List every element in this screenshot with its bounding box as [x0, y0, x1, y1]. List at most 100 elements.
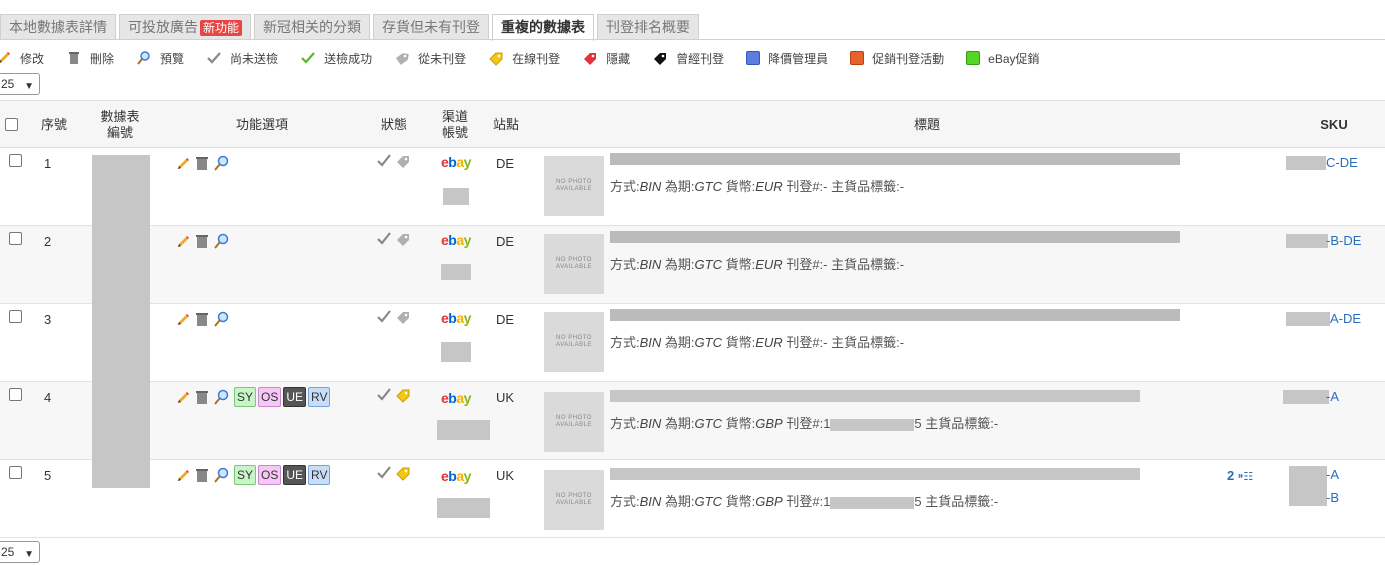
row-checkbox[interactable]: [9, 154, 22, 167]
flag-rv[interactable]: RV: [308, 387, 331, 407]
tab-listing-rank-summary[interactable]: 刊登排名概要: [597, 14, 700, 40]
tab-covid-categories[interactable]: 新冠相关的分類: [254, 14, 371, 40]
row-sku[interactable]: -B: [1326, 490, 1339, 505]
row-checkbox[interactable]: [9, 466, 22, 479]
trash-icon[interactable]: [194, 388, 210, 406]
table-row: 5 SY OS UE RV ebay UK NO PHOTO AVAILABLE…: [0, 460, 1385, 538]
row-site: UK: [496, 468, 515, 483]
row-site: UK: [496, 390, 515, 405]
flag-os[interactable]: OS: [258, 465, 282, 485]
gray-check-icon: [376, 230, 392, 248]
yellow-tag-icon: [395, 464, 411, 482]
chevron-down-icon: ▼: [24, 81, 34, 92]
row-actions: SY OS UE RV: [175, 386, 331, 408]
row-site: DE: [496, 234, 515, 249]
pencil-icon[interactable]: [175, 154, 191, 172]
magnifier-icon[interactable]: [213, 388, 229, 406]
row-status: [376, 386, 414, 404]
row-meta: 方式:BIN 為期:GTC 貨幣:EUR 刊登#:- 主貨品標籤:-: [610, 257, 905, 272]
magnifier-icon[interactable]: [213, 310, 229, 328]
pencil-icon[interactable]: [175, 310, 191, 328]
redacted-datasheet-id: [92, 155, 150, 488]
col-options: 功能選項: [235, 117, 288, 132]
product-thumbnail[interactable]: NO PHOTO AVAILABLE: [544, 392, 604, 452]
tab-duplicate-datasheets[interactable]: 重複的數據表: [492, 14, 595, 41]
ebay-logo: ebay: [441, 232, 471, 248]
trash-icon[interactable]: [194, 232, 210, 250]
row-actions: SY OS UE RV: [175, 464, 331, 486]
redacted-account: [443, 188, 469, 205]
redacted-listing-id: [830, 496, 915, 509]
row-checkbox[interactable]: [9, 310, 22, 323]
table-row: 1 ebay DE NO PHOTO AVAILABLE 方式:BIN 為期:G…: [0, 148, 1385, 226]
product-thumbnail[interactable]: NO PHOTO AVAILABLE: [544, 156, 604, 216]
redacted-title[interactable]: [610, 468, 1140, 480]
redacted-title[interactable]: [610, 153, 1180, 165]
magnifier-icon[interactable]: [213, 466, 229, 484]
tab-divider: [0, 39, 1385, 40]
flag-sy[interactable]: SY: [234, 465, 257, 485]
trash-icon[interactable]: [194, 154, 210, 172]
product-thumbnail[interactable]: NO PHOTO AVAILABLE: [544, 312, 604, 372]
flag-ue[interactable]: UE: [283, 465, 307, 485]
table-row: 4 SY OS UE RV ebay UK NO PHOTO AVAILABLE…: [0, 382, 1385, 460]
flag-rv[interactable]: RV: [308, 465, 331, 485]
row-seq: 2: [44, 234, 52, 249]
redacted-title[interactable]: [610, 309, 1180, 321]
variation-list-icon: ⁍☷: [1237, 471, 1254, 483]
orange-square-icon: [850, 51, 865, 65]
new-feature-badge: 新功能: [200, 20, 243, 36]
flag-sy[interactable]: SY: [234, 387, 257, 407]
row-seq: 3: [44, 312, 52, 327]
flag-os[interactable]: OS: [258, 387, 282, 407]
page-size-select-bottom[interactable]: 25 ▼: [0, 541, 40, 563]
page-size-select-top[interactable]: 25 ▼: [0, 73, 40, 95]
gray-check-icon: [376, 308, 392, 326]
legend-hidden: 隱藏: [582, 50, 630, 67]
row-actions: [175, 308, 232, 330]
legend-previously-listed: 曾經刊登: [652, 50, 724, 67]
redacted-sku: [1286, 234, 1328, 248]
legend-delete: 刪除: [66, 50, 114, 67]
row-sku[interactable]: A-DE: [1330, 311, 1361, 326]
legend-not-submitted: 尚未送檢: [206, 50, 278, 67]
ebay-logo: ebay: [441, 390, 471, 406]
row-actions: [175, 152, 232, 174]
pencil-icon[interactable]: [175, 388, 191, 406]
magnifier-icon[interactable]: [213, 232, 229, 250]
redacted-title[interactable]: [610, 390, 1140, 402]
trash-icon[interactable]: [194, 310, 210, 328]
gray-check-icon: [376, 464, 392, 482]
row-sku[interactable]: -B-DE: [1326, 233, 1361, 248]
ebay-logo: ebay: [441, 468, 471, 484]
table-header: 序號 數據表 編號 功能選項 狀態 渠道 帳號 站點 標題 SKU: [0, 100, 1385, 148]
legend-promo-campaign: 促銷刊登活動: [850, 50, 944, 67]
redacted-title[interactable]: [610, 231, 1180, 243]
row-status: [376, 464, 414, 482]
select-all-checkbox[interactable]: [5, 118, 18, 131]
redacted-sku: [1286, 156, 1326, 170]
tab-local-data-details[interactable]: 本地數據表詳情: [0, 14, 116, 40]
pencil-icon[interactable]: [175, 232, 191, 250]
row-meta: 方式:BIN 為期:GTC 貨幣:GBP 刊登#:1 5 主貨品標籤:-: [610, 494, 999, 509]
row-site: DE: [496, 156, 515, 171]
product-thumbnail[interactable]: NO PHOTO AVAILABLE: [544, 234, 604, 294]
row-sku[interactable]: -A: [1326, 389, 1339, 404]
product-thumbnail[interactable]: NO PHOTO AVAILABLE: [544, 470, 604, 530]
row-sku[interactable]: C-DE: [1326, 155, 1358, 170]
tab-stock-not-listed[interactable]: 存貨但未有刊登: [373, 14, 490, 40]
tab-advertisable[interactable]: 可投放廣告 新功能: [119, 14, 252, 40]
row-checkbox[interactable]: [9, 388, 22, 401]
legend-edit: 修改: [0, 50, 44, 67]
chevron-down-icon: ▼: [24, 549, 34, 560]
flag-ue[interactable]: UE: [283, 387, 307, 407]
magnifier-icon[interactable]: [213, 154, 229, 172]
row-site: DE: [496, 312, 515, 327]
row-status: [376, 152, 414, 170]
pencil-icon[interactable]: [175, 466, 191, 484]
trash-icon[interactable]: [194, 466, 210, 484]
row-checkbox[interactable]: [9, 232, 22, 245]
legend-preview: 預覽: [136, 50, 184, 67]
variation-count[interactable]: 2 ⁍☷: [1227, 468, 1253, 483]
row-sku[interactable]: -A: [1326, 467, 1339, 482]
